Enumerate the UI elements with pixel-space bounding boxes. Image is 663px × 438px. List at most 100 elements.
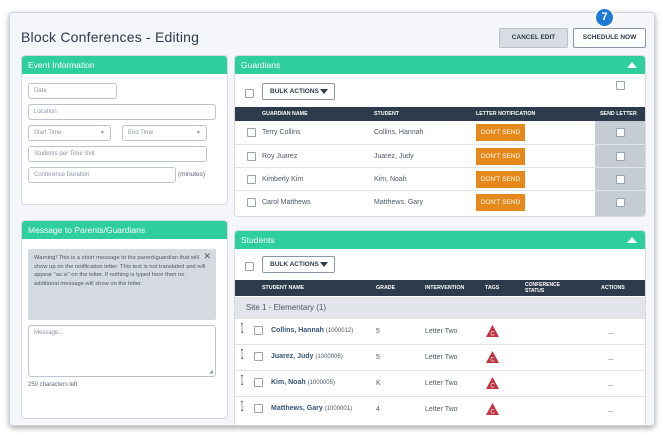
caret-down-icon	[320, 262, 328, 267]
row-actions-menu[interactable]: ...	[608, 327, 614, 336]
student-id: (1000001)	[324, 406, 353, 412]
caret-down-icon	[320, 89, 328, 94]
row-checkbox[interactable]	[254, 352, 263, 361]
student-grade: 5	[376, 328, 380, 335]
guardian-student: Kim, Noah	[374, 176, 407, 183]
student-name: Collins, Hannah	[271, 327, 324, 334]
send-letter-checkbox[interactable]	[616, 175, 625, 184]
svg-text:C: C	[490, 332, 495, 338]
tag-c-icon: C	[486, 403, 499, 415]
col-intervention: INTERVENTION	[425, 285, 465, 291]
table-row: Terry Collins Collins, Hannah DON'T SEND	[235, 121, 645, 145]
page-title: Block Conferences - Editing	[21, 29, 200, 45]
student-grade: 5	[376, 354, 380, 361]
student-grade: K	[376, 380, 381, 387]
col-guardian-name: GUARDIAN NAME	[262, 111, 308, 117]
send-letter-checkbox[interactable]	[616, 198, 625, 207]
resize-handle-icon[interactable]: ◢	[209, 369, 213, 375]
student-intervention: Letter Two	[425, 328, 458, 335]
bulk-actions-button[interactable]: BULK ACTIONS	[262, 256, 335, 273]
select-all-checkbox[interactable]	[245, 262, 254, 271]
row-checkbox[interactable]	[254, 378, 263, 387]
site-group-row[interactable]: Site 1 - Elementary (1)	[235, 297, 645, 319]
svg-text:C: C	[490, 410, 495, 416]
row-checkbox[interactable]	[247, 152, 256, 161]
students-header: Students	[235, 231, 645, 249]
row-checkbox[interactable]	[247, 128, 256, 137]
schedule-now-button[interactable]: SCHEDULE NOW	[573, 28, 646, 48]
reorder-arrows-icon[interactable]: ⭡ ⭣	[239, 401, 245, 413]
reorder-arrows-icon[interactable]: ⭡ ⭣	[239, 323, 245, 335]
guardian-student: Juarez, Judy	[374, 153, 414, 160]
message-textarea[interactable]: Message... ◢	[28, 325, 216, 377]
student-name: Kim, Noah	[271, 379, 306, 386]
guardians-header: Guardians	[235, 56, 645, 74]
row-actions-menu[interactable]: ...	[608, 405, 614, 414]
col-student-name: STUDENT NAME	[262, 285, 305, 291]
select-all-checkbox[interactable]	[245, 89, 254, 98]
send-letter-select-all-checkbox[interactable]	[616, 81, 625, 90]
table-row: ⭡ ⭣ Matthews, Gary (1000001) 4 Letter Two…	[235, 397, 645, 423]
row-actions-menu[interactable]: ...	[608, 353, 614, 362]
row-checkbox[interactable]	[254, 404, 263, 413]
reorder-arrows-icon[interactable]: ⭡ ⭣	[239, 349, 245, 361]
close-icon[interactable]: ✕	[203, 252, 211, 261]
message-header: Message to Parents/Guardians	[22, 221, 227, 239]
start-time-select[interactable]: Start Time ▼	[28, 125, 111, 141]
student-intervention: Letter Two	[425, 380, 458, 387]
row-checkbox[interactable]	[247, 175, 256, 184]
collapse-icon[interactable]	[627, 62, 637, 68]
student-id: (1000012)	[325, 328, 354, 334]
chevron-down-icon: ▼	[196, 130, 201, 136]
col-conference-status-line2: STATUS	[525, 288, 545, 294]
student-name-link[interactable]: Juarez, Judy (1000006)	[271, 353, 343, 360]
send-letter-checkbox[interactable]	[616, 152, 625, 161]
tag-c-icon: C	[486, 377, 499, 389]
student-intervention: Letter Two	[425, 354, 458, 361]
student-name-link[interactable]: Matthews, Gary (1000001)	[271, 405, 352, 412]
send-letter-checkbox[interactable]	[616, 128, 625, 137]
guardians-table-header: GUARDIAN NAME STUDENT LETTER NOTIFICATIO…	[235, 107, 645, 121]
row-actions-menu[interactable]: ...	[608, 379, 614, 388]
collapse-icon[interactable]	[627, 237, 637, 243]
guardian-name: Terry Collins	[262, 129, 301, 136]
dont-send-button[interactable]: DON'T SEND	[476, 148, 525, 165]
guardians-title: Guardians	[241, 60, 281, 70]
guardian-name: Kimberly Kim	[262, 176, 304, 183]
dont-send-button[interactable]: DON'T SEND	[476, 124, 525, 141]
conference-duration-field[interactable]: Conference Duration	[28, 167, 176, 183]
step-number-badge: 7	[594, 7, 615, 28]
warning-box: Warning! This is a short message to the …	[28, 249, 216, 320]
student-name-link[interactable]: Collins, Hannah (1000012)	[271, 327, 353, 334]
students-panel: Students BULK ACTIONS STUDENT NAME GRADE…	[234, 230, 646, 425]
guardian-student: Collins, Hannah	[374, 129, 424, 136]
location-field[interactable]: Location	[28, 104, 216, 120]
table-row: ⭡ ⭣ Kim, Noah (1000005) K Letter Two C ..…	[235, 371, 645, 397]
tag-c-icon: C	[486, 351, 499, 363]
student-name-link[interactable]: Kim, Noah (1000005)	[271, 379, 335, 386]
row-checkbox[interactable]	[254, 326, 263, 335]
message-placeholder: Message...	[34, 330, 64, 336]
table-row: Carol Matthews Matthews, Gary DON'T SEND	[235, 191, 645, 215]
student-intervention: Letter Two	[425, 406, 458, 413]
table-row: Roy Juarez Juarez, Judy DON'T SEND	[235, 145, 645, 168]
dont-send-button[interactable]: DON'T SEND	[476, 171, 525, 188]
col-actions: ACTIONS	[601, 285, 625, 291]
col-student: STUDENT	[374, 111, 400, 117]
dont-send-button[interactable]: DON'T SEND	[476, 194, 525, 211]
students-per-slot-field[interactable]: Students per Time Slot	[28, 146, 207, 162]
date-field[interactable]: Date	[28, 83, 117, 99]
cancel-edit-button[interactable]: CANCEL EDIT	[499, 28, 568, 48]
row-checkbox[interactable]	[247, 198, 256, 207]
table-row: Kimberly Kim Kim, Noah DON'T SEND	[235, 168, 645, 191]
bulk-actions-label: BULK ACTIONS	[270, 261, 319, 268]
reorder-arrows-icon[interactable]: ⭡ ⭣	[239, 375, 245, 387]
app-window: Block Conferences - Editing CANCEL EDIT …	[9, 12, 655, 426]
characters-left: 250 characters left	[28, 382, 78, 388]
col-send-letter: SEND LETTER	[600, 111, 637, 117]
warning-text: Warning! This is a short message to the …	[34, 255, 206, 287]
student-grade: 4	[376, 406, 380, 413]
col-tags: TAGS	[485, 285, 500, 291]
bulk-actions-button[interactable]: BULK ACTIONS	[262, 83, 335, 100]
end-time-select[interactable]: End Time ▼	[122, 125, 207, 141]
